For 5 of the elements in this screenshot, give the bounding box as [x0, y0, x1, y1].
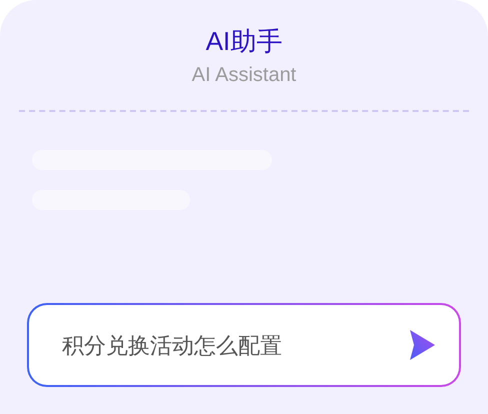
message-input[interactable]: 积分兑换活动怎么配置: [27, 303, 461, 387]
assistant-subtitle: AI Assistant: [192, 63, 296, 88]
assistant-title: AI助手: [206, 25, 282, 58]
input-text: 积分兑换活动怎么配置: [62, 332, 283, 360]
send-icon[interactable]: [410, 330, 435, 360]
